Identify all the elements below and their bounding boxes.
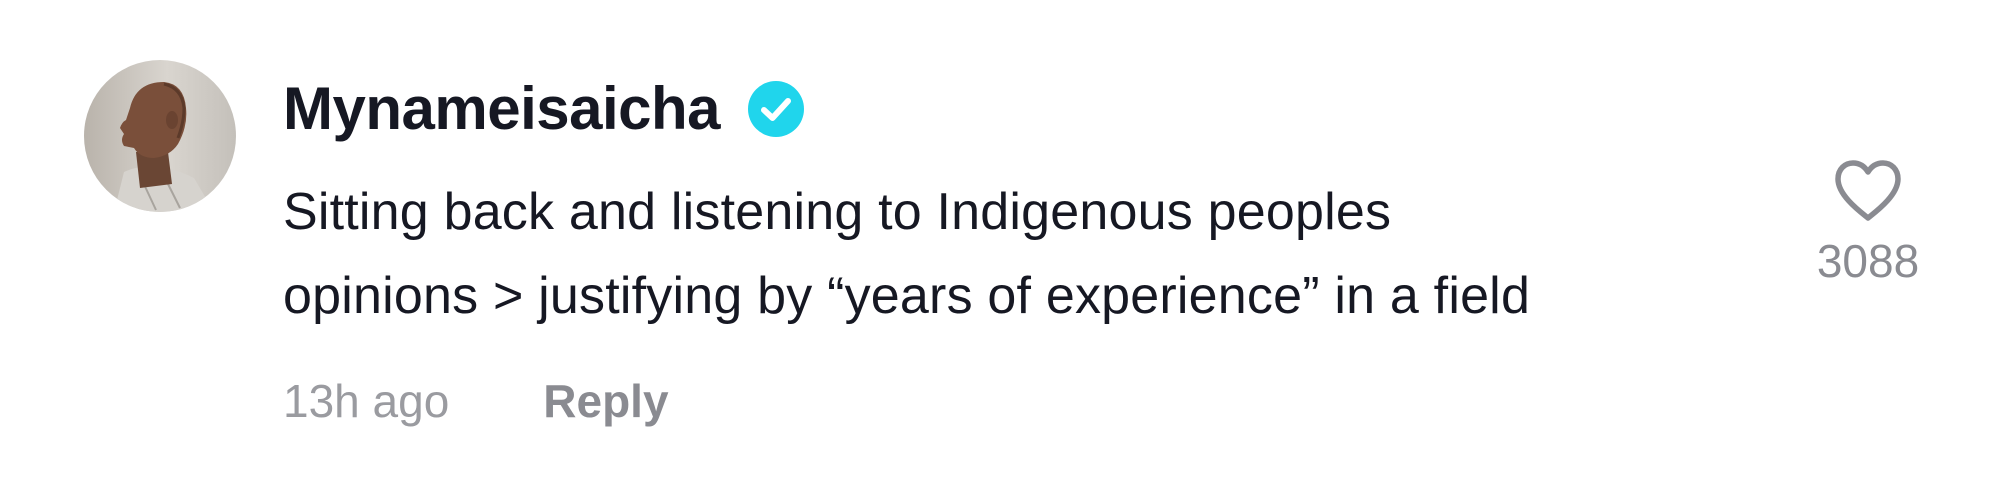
timestamp: 13h ago	[283, 375, 450, 427]
like-count: 3088	[1816, 235, 1920, 287]
avatar[interactable]	[84, 60, 236, 212]
like-button[interactable]: 3088	[1800, 158, 1936, 284]
verified-badge-icon	[748, 81, 805, 137]
comment-meta: 13h ago Reply	[283, 368, 669, 434]
comment-text-line: Sitting back and listening to Indigenous…	[283, 183, 1392, 241]
comment-text-line: opinions > justifying by “years of exper…	[283, 267, 1531, 325]
avatar-image	[84, 60, 236, 212]
comment-header: Mynameisaicha	[283, 70, 805, 148]
username[interactable]: Mynameisaicha	[283, 79, 721, 139]
reply-button[interactable]: Reply	[543, 374, 668, 428]
heart-outline-icon[interactable]	[1832, 158, 1904, 224]
comment-text: Sitting back and listening to Indigenous…	[283, 170, 1783, 338]
comment-item: Mynameisaicha Sitting back and listening…	[0, 0, 2000, 482]
